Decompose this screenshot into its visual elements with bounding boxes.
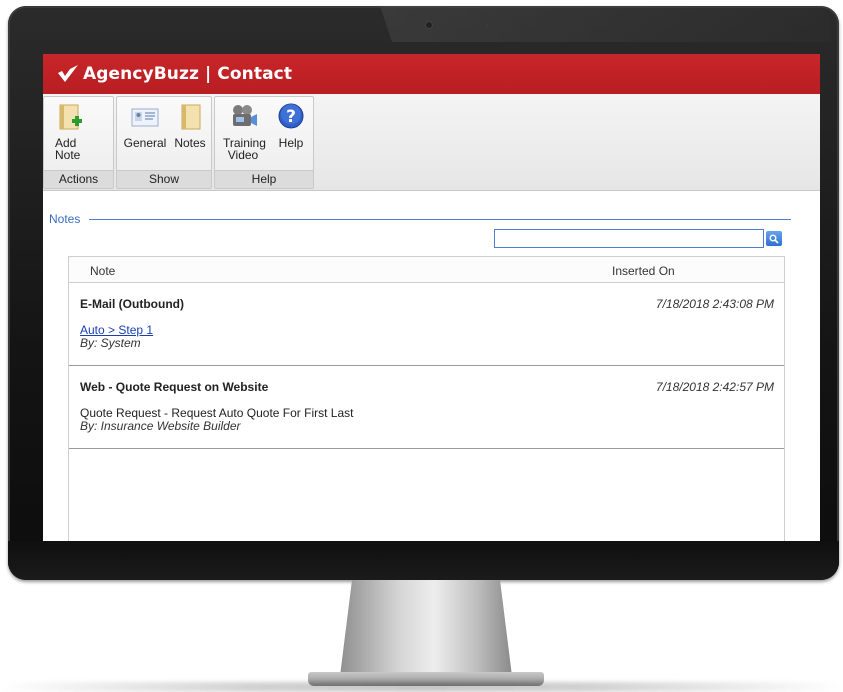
add-note-button[interactable]: Add Note: [50, 101, 90, 161]
training-video-label: Training Video: [223, 136, 266, 162]
column-header-note[interactable]: Note: [90, 264, 115, 278]
column-header-inserted-on[interactable]: Inserted On: [612, 264, 675, 278]
group-label-show: Show: [117, 170, 211, 188]
notepad-icon: [181, 104, 201, 130]
monitor-gloss: [380, 6, 831, 42]
ribbon-toolbar: Add Note Actions General Notes Show Trai…: [43, 94, 820, 191]
note-title: Web - Quote Request on Website: [80, 380, 269, 394]
notes-search-input[interactable]: [494, 229, 764, 248]
notes-table: Note Inserted On E-Mail (Outbound) 7/18/…: [68, 256, 785, 541]
note-inserted-on: 7/18/2018 2:43:08 PM: [655, 297, 774, 311]
general-button[interactable]: General: [121, 101, 169, 149]
agencybuzz-logo-icon: [58, 65, 78, 82]
note-author: By: System: [80, 336, 141, 350]
note-inserted-on: 7/18/2018 2:42:57 PM: [655, 380, 774, 394]
video-camera-icon: [233, 105, 257, 126]
monitor-chin: [8, 541, 839, 580]
webcam: [426, 22, 432, 28]
app-title: AgencyBuzz | Contact: [83, 64, 293, 84]
ribbon-group-actions: Add Note Actions: [43, 96, 114, 189]
monitor-stand: [340, 580, 512, 676]
search-icon: [769, 234, 779, 244]
search-button[interactable]: [766, 231, 782, 246]
table-row[interactable]: Web - Quote Request on Website 7/18/2018…: [69, 366, 784, 449]
notes-section-label: Notes: [49, 212, 81, 226]
add-note-icon: [59, 104, 82, 130]
help-button[interactable]: ? Help: [273, 101, 309, 149]
ribbon-group-show: General Notes Show: [116, 96, 212, 189]
notes-section-divider: [89, 219, 791, 220]
general-label: General: [123, 136, 167, 150]
title-bar: AgencyBuzz | Contact: [43, 54, 820, 94]
notes-button[interactable]: Notes: [171, 101, 209, 149]
note-author: By: Insurance Website Builder: [80, 419, 241, 433]
table-header: Note Inserted On: [69, 257, 784, 283]
notes-label: Notes: [174, 136, 206, 150]
contact-card-icon: [131, 108, 159, 127]
note-link[interactable]: Auto > Step 1: [80, 323, 153, 337]
note-title: E-Mail (Outbound): [80, 297, 184, 311]
help-label: Help: [278, 136, 304, 150]
help-question-icon: ?: [278, 103, 304, 129]
training-video-button[interactable]: Training Video: [218, 101, 268, 161]
floor-shadow: [0, 682, 843, 692]
app-screen: AgencyBuzz | Contact Add Note Actions Ge…: [43, 54, 820, 541]
group-label-actions: Actions: [44, 170, 113, 188]
table-row[interactable]: E-Mail (Outbound) 7/18/2018 2:43:08 PM A…: [69, 283, 784, 366]
note-body: Quote Request - Request Auto Quote For F…: [80, 406, 354, 420]
ribbon-group-help: Training Video ? Help Help: [214, 96, 314, 189]
group-label-help: Help: [215, 170, 313, 188]
light-sensor: [486, 24, 489, 27]
add-note-label: Add Note: [55, 136, 81, 162]
svg-text:?: ?: [286, 107, 296, 127]
